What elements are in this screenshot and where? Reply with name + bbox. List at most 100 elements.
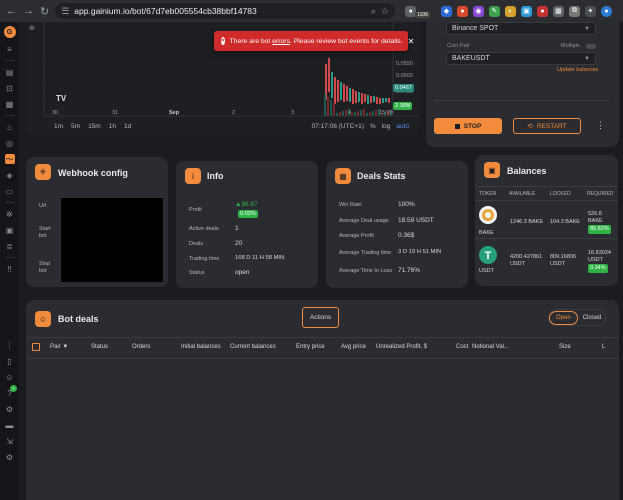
extension-icon[interactable]: ◆: [440, 5, 452, 17]
extension-icon[interactable]: ✎: [488, 5, 500, 17]
chevron-down-icon: ▼: [584, 25, 590, 32]
candle: [349, 88, 351, 102]
update-balances-link[interactable]: Update balances: [557, 67, 598, 73]
gainium-logo[interactable]: G: [3, 26, 16, 38]
required-pct: 0.34%: [588, 264, 608, 273]
restart-button[interactable]: ⟲ RESTART: [513, 118, 581, 134]
settings-cog-icon[interactable]: ✲: [5, 209, 15, 219]
column-header[interactable]: Orders: [132, 344, 150, 350]
actions-button[interactable]: Actions: [302, 307, 339, 328]
backtest-icon[interactable]: ▣: [5, 225, 15, 235]
percent-scale-toggle[interactable]: %: [370, 123, 376, 130]
extension-icon[interactable]: ◐: [504, 5, 516, 17]
profit-label: Profit: [189, 207, 202, 213]
combo-bot-icon[interactable]: ◈: [5, 170, 15, 180]
extension-icon[interactable]: ●: [536, 5, 548, 17]
extension-icon[interactable]: ◉: [472, 5, 484, 17]
auto-scale-toggle[interactable]: auto: [396, 123, 409, 130]
close-icon[interactable]: ✕: [408, 37, 415, 46]
apps-icon[interactable]: ⋮: [5, 340, 15, 350]
extension-icon[interactable]: ⧉: [568, 5, 580, 17]
column-header[interactable]: Unrealized Profit, $: [376, 344, 427, 350]
column-header[interactable]: Avg price: [341, 344, 366, 350]
column-header[interactable]: Pair ▼: [50, 344, 68, 350]
x-tick: 30: [52, 110, 58, 116]
log-scale-toggle[interactable]: log: [382, 123, 391, 130]
tradingview-logo[interactable]: TV: [56, 94, 66, 103]
x-tick: 4: [348, 110, 351, 116]
volume-bar: [354, 112, 356, 116]
candle: [358, 92, 360, 102]
divider: [4, 257, 15, 258]
dashboard-icon[interactable]: ▤: [5, 67, 15, 77]
terminal-icon[interactable]: ▭: [5, 186, 15, 196]
divider: [4, 202, 15, 203]
select-all-checkbox[interactable]: [32, 343, 40, 351]
chart-line-icon[interactable]: 〜: [4, 154, 15, 164]
tab-closed[interactable]: Closed: [578, 312, 607, 324]
extensions-puzzle-icon[interactable]: ✦: [584, 5, 596, 17]
column-header[interactable]: Entry price: [296, 344, 325, 350]
volume-bar: [360, 110, 362, 116]
menu-icon[interactable]: ≡: [5, 44, 15, 54]
column-header[interactable]: L: [602, 344, 605, 350]
column-header: LOCKED: [550, 191, 571, 197]
column-header[interactable]: Cost: [456, 344, 468, 350]
zoom-icon[interactable]: ⌕: [371, 6, 376, 17]
extension-icon[interactable]: ▣: [520, 5, 532, 17]
extension-icon[interactable]: ●: [456, 5, 468, 17]
active-deals-label: Active deals: [189, 226, 219, 232]
timeframe-button[interactable]: 1h: [109, 123, 116, 130]
bank-icon[interactable]: ⌂: [5, 122, 15, 132]
grid-icon[interactable]: ▦: [5, 99, 15, 109]
extension-icon[interactable]: ▦: [552, 5, 564, 17]
address-bar[interactable]: ☰ app.gainium.io/bot/67d7eb005554cb38bbf…: [55, 3, 396, 19]
document-icon[interactable]: ▯: [5, 356, 15, 366]
settings-icon[interactable]: ⚙: [5, 452, 15, 462]
reload-icon[interactable]: ↻: [40, 4, 49, 18]
logout-icon[interactable]: ⇲: [5, 436, 15, 446]
webhook-values-redacted: [61, 198, 163, 282]
more-options-icon[interactable]: ⋮: [596, 120, 605, 131]
x-tick: 15:00: [379, 110, 393, 116]
menu-kebab-icon[interactable]: ⋮: [617, 4, 623, 18]
coin-pair-select[interactable]: BAKEUSDT ▼: [446, 52, 596, 65]
column-header[interactable]: Notional Val...: [472, 344, 509, 350]
candle: [352, 89, 354, 104]
column-header[interactable]: Status: [91, 344, 108, 350]
stop-button[interactable]: STOP: [434, 118, 502, 134]
avg-trading-label: Average Trading time: [339, 250, 392, 256]
column-header[interactable]: Initial balances: [181, 344, 221, 350]
robot-icon[interactable]: ⊡: [5, 83, 15, 93]
exchange-select[interactable]: Binance SPOT ▼: [446, 22, 596, 35]
bookmark-star-icon[interactable]: ☆: [381, 6, 389, 17]
tab-open[interactable]: Open: [549, 310, 578, 325]
timeframe-button[interactable]: 1m: [54, 123, 63, 130]
code-icon[interactable]: !!: [5, 264, 15, 274]
restart-label: RESTART: [536, 122, 567, 130]
candle: [331, 72, 333, 98]
user-icon[interactable]: ☺: [5, 372, 15, 382]
filter-icon[interactable]: ▼: [62, 344, 68, 350]
sliders-icon[interactable]: ≣: [5, 241, 15, 251]
dca-bot-icon[interactable]: ◎: [5, 138, 15, 148]
status-value: open: [235, 269, 250, 276]
forward-arrow-icon[interactable]: →: [23, 4, 34, 18]
column-header[interactable]: Size: [559, 344, 571, 350]
back-arrow-icon[interactable]: ←: [6, 4, 17, 18]
timeframe-button[interactable]: 15m: [88, 123, 101, 130]
column-header[interactable]: Current balances: [230, 344, 276, 350]
timeframe-button[interactable]: 1d: [124, 123, 131, 130]
multiple-toggle[interactable]: [586, 44, 596, 49]
chart-clock[interactable]: 07:17:06 (UTC+1): [312, 123, 364, 130]
site-info-icon[interactable]: ☰: [61, 6, 69, 17]
profile-avatar[interactable]: ●: [600, 5, 612, 17]
volume-bar: [330, 100, 332, 116]
referral-icon[interactable]: ▬: [5, 420, 15, 430]
timeframe-button[interactable]: 5m: [71, 123, 80, 130]
gear-icon[interactable]: ⚙: [5, 404, 15, 414]
errors-link[interactable]: errors: [272, 38, 290, 45]
app-sidebar: G ≡ ▤ ⊡ ▦ ⌂ ◎ 〜 ◈ ▭ ✲ ▣ ≣ !! ⋮ ▯ ☺ ? ⚙ ▬…: [0, 22, 19, 500]
candle: [337, 80, 339, 102]
status-label: Status: [189, 270, 205, 276]
